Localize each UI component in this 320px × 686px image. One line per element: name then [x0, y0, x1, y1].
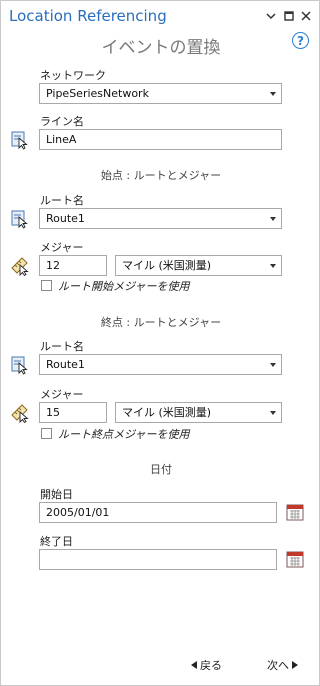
chevron-down-icon — [270, 363, 276, 367]
maximize-icon[interactable] — [282, 9, 296, 23]
start-date-value: 2005/01/01 — [46, 506, 110, 519]
map-select-tool-icon[interactable] — [10, 355, 30, 375]
to-use-route-end-checkbox[interactable] — [41, 428, 52, 439]
end-date-input[interactable] — [39, 549, 277, 570]
map-select-tool-icon[interactable] — [10, 130, 30, 150]
to-measure-input[interactable]: 15 — [39, 402, 107, 423]
start-date-label: 開始日 — [40, 488, 73, 501]
next-button-label: 次へ — [267, 659, 289, 672]
to-measure-value: 15 — [46, 406, 60, 419]
pane-subtitle: イベントの置換 — [101, 38, 221, 58]
date-section-heading: 日付 — [150, 463, 172, 476]
from-route-value: Route1 — [46, 212, 85, 225]
to-unit-dropdown[interactable]: マイル (米国測量) — [115, 402, 282, 423]
next-button[interactable]: 次へ — [267, 657, 298, 673]
start-date-input[interactable]: 2005/01/01 — [39, 502, 277, 523]
end-date-label: 終了日 — [40, 535, 73, 548]
measure-pick-tool-icon[interactable] — [10, 403, 30, 424]
chevron-down-icon — [270, 411, 276, 415]
from-unit-dropdown[interactable]: マイル (米国測量) — [115, 255, 282, 276]
to-route-label: ルート名 — [40, 340, 84, 353]
line-label: ライン名 — [40, 115, 84, 128]
to-section-heading: 終点 : ルートとメジャー — [100, 316, 222, 329]
from-measure-value: 12 — [46, 259, 60, 272]
line-name-value: LineA — [46, 133, 77, 146]
network-dropdown-value: PipeSeriesNetwork — [46, 87, 149, 100]
calendar-icon[interactable] — [286, 550, 304, 568]
from-measure-label: メジャー — [40, 241, 84, 254]
from-use-route-start-checkbox[interactable] — [41, 280, 52, 291]
from-route-label: ルート名 — [40, 194, 84, 207]
from-unit-value: マイル (米国測量) — [122, 259, 212, 272]
location-referencing-pane: Location Referencing イベントの置換 ? ネットワーク Pi… — [0, 0, 320, 686]
chevron-down-icon — [270, 264, 276, 268]
back-button[interactable]: 戻る — [191, 657, 222, 673]
chevron-down-icon — [270, 92, 276, 96]
pane-title: Location Referencing — [9, 7, 167, 25]
from-section-heading: 始点 : ルートとメジャー — [100, 169, 222, 182]
to-unit-value: マイル (米国測量) — [122, 406, 212, 419]
to-measure-label: メジャー — [40, 388, 84, 401]
from-measure-input[interactable]: 12 — [39, 255, 107, 276]
from-route-dropdown[interactable]: Route1 — [39, 208, 282, 229]
calendar-icon[interactable] — [286, 503, 304, 521]
from-use-route-start-label: ルート開始メジャーを使用 — [58, 280, 190, 293]
close-icon[interactable] — [299, 9, 313, 23]
to-route-dropdown[interactable]: Route1 — [39, 354, 282, 375]
measure-pick-tool-icon[interactable] — [10, 256, 30, 277]
pane-menu-chevron-icon[interactable] — [264, 9, 278, 23]
arrow-left-icon — [191, 661, 197, 669]
chevron-down-icon — [270, 217, 276, 221]
arrow-right-icon — [292, 661, 298, 669]
network-dropdown[interactable]: PipeSeriesNetwork — [39, 83, 282, 104]
line-name-input[interactable]: LineA — [39, 129, 282, 150]
to-use-route-end-label: ルート終点メジャーを使用 — [58, 428, 190, 441]
help-icon[interactable]: ? — [292, 32, 309, 49]
to-route-value: Route1 — [46, 358, 85, 371]
back-button-label: 戻る — [200, 659, 222, 672]
network-label: ネットワーク — [40, 69, 106, 82]
map-select-tool-icon[interactable] — [10, 209, 30, 229]
